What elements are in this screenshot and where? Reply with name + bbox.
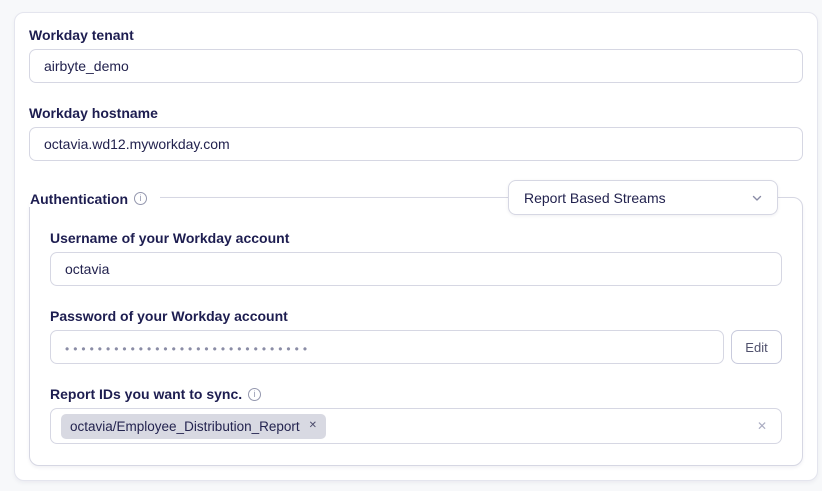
authentication-group: Authentication i Report Based Streams Us… (29, 197, 803, 466)
tenant-field-group: Workday tenant airbyte_demo (29, 28, 803, 83)
password-input[interactable]: •••••••••••••••••••••••••••••• (50, 330, 724, 364)
username-field-group: Username of your Workday account octavia (50, 231, 782, 286)
info-icon[interactable]: i (248, 388, 261, 401)
password-row: •••••••••••••••••••••••••••••• Edit (50, 330, 782, 364)
clear-input-icon[interactable]: ✕ (757, 420, 767, 432)
password-field-group: Password of your Workday account •••••••… (50, 309, 782, 364)
username-value: octavia (65, 261, 109, 277)
page-background: Workday tenant airbyte_demo Workday host… (0, 0, 822, 491)
auth-method-select[interactable]: Report Based Streams (508, 180, 778, 215)
report-ids-label-text: Report IDs you want to sync. (50, 387, 242, 401)
report-ids-label: Report IDs you want to sync. i (50, 387, 782, 401)
auth-method-selected-value: Report Based Streams (524, 190, 666, 206)
tenant-label: Workday tenant (29, 28, 803, 42)
authentication-label: Authentication (30, 191, 128, 207)
remove-tag-icon[interactable]: ✕ (309, 421, 317, 431)
report-ids-field-group: Report IDs you want to sync. i octavia/E… (50, 387, 782, 444)
edit-password-button[interactable]: Edit (731, 330, 782, 364)
hostname-field-group: Workday hostname octavia.wd12.myworkday.… (29, 106, 803, 161)
hostname-label: Workday hostname (29, 106, 803, 120)
tenant-input[interactable]: airbyte_demo (29, 49, 803, 83)
authentication-legend: Authentication i (29, 190, 160, 207)
report-id-tag: octavia/Employee_Distribution_Report ✕ (61, 414, 326, 439)
hostname-value: octavia.wd12.myworkday.com (44, 136, 230, 152)
report-id-tag-text: octavia/Employee_Distribution_Report (70, 419, 300, 434)
info-icon[interactable]: i (134, 192, 147, 205)
tenant-label-text: Workday tenant (29, 28, 134, 42)
chevron-down-icon (751, 192, 763, 204)
username-label-text: Username of your Workday account (50, 231, 289, 245)
connector-settings-card: Workday tenant airbyte_demo Workday host… (14, 12, 818, 481)
username-label: Username of your Workday account (50, 231, 782, 245)
hostname-label-text: Workday hostname (29, 106, 158, 120)
report-ids-input[interactable]: octavia/Employee_Distribution_Report ✕ ✕ (50, 408, 782, 444)
password-label-text: Password of your Workday account (50, 309, 288, 323)
password-masked-value: •••••••••••••••••••••••••••••• (65, 340, 311, 355)
password-label: Password of your Workday account (50, 309, 782, 323)
username-input[interactable]: octavia (50, 252, 782, 286)
hostname-input[interactable]: octavia.wd12.myworkday.com (29, 127, 803, 161)
tenant-value: airbyte_demo (44, 58, 129, 74)
